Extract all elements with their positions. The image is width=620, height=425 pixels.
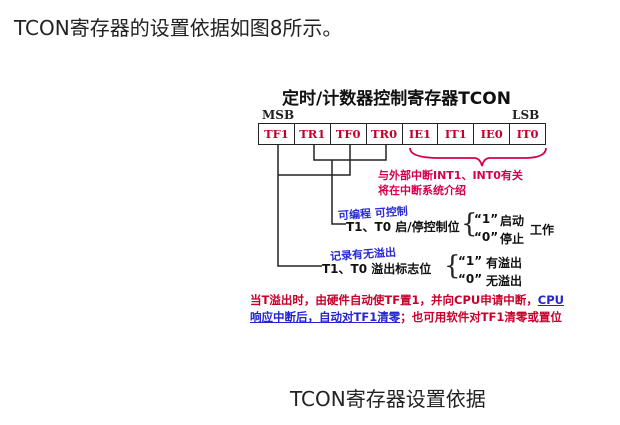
tr-option1-value: “1” (474, 212, 499, 226)
tr-option2-text: 停止 (500, 232, 525, 246)
msb-label: MSB (262, 108, 295, 122)
bit-tf0: TF0 (331, 124, 367, 144)
tr-suffix: 工作 (530, 223, 555, 237)
tf-option1-value: “1” (458, 254, 483, 268)
figure-title: 定时/计数器控制寄存器TCON (282, 89, 511, 109)
tr-option1-text: 启动 (500, 214, 525, 228)
note-part1: 当T溢出时，由硬件自动使TF置1，并向CPU申请中断， (250, 293, 538, 307)
tcon-register-bits: TF1 TR1 TF0 TR0 IE1 IT1 IE0 IT0 (258, 123, 546, 145)
figure-caption: TCON寄存器设置依据 (290, 387, 486, 411)
tf-option2-value: “0” (458, 272, 483, 286)
tf-option1-text: 有溢出 (486, 256, 523, 270)
bit-tr0: TR0 (367, 124, 403, 144)
lsb-label: LSB (512, 108, 540, 122)
external-interrupt-note: 与外部中断INT1、INT0有关 将在中断系统介绍 (378, 168, 568, 198)
intro-text: TCON寄存器的设置依据如图8所示。 (14, 16, 343, 40)
external-interrupt-note-line1: 与外部中断INT1、INT0有关 (378, 169, 523, 182)
note-part3: ；也可用软件对TF1清零或置位 (400, 310, 562, 324)
connector-lines (277, 145, 547, 267)
tr-option2-value: “0” (474, 230, 499, 244)
external-interrupt-note-line2: 将在中断系统介绍 (378, 184, 466, 197)
tr-row-label: T1、T0 启/停控制位 (346, 220, 460, 234)
bit-it0: IT0 (516, 127, 539, 141)
bit-tr1: TR1 (295, 124, 331, 144)
interrupt-bits-brace (409, 147, 547, 167)
tf-hardware-note: 当T溢出时，由硬件自动使TF置1，并向CPU申请中断，CPU响应中断后，自动对T… (250, 292, 570, 326)
bit-ie1: IE1 (403, 124, 439, 144)
tf-row-label: T1、T0 溢出标志位 (322, 262, 432, 276)
bit-it1: IT1 (438, 124, 475, 144)
tf-option2-text: 无溢出 (486, 274, 523, 288)
bit-tf1: TF1 (259, 124, 295, 144)
bit-ie0: IE0 (474, 124, 511, 144)
